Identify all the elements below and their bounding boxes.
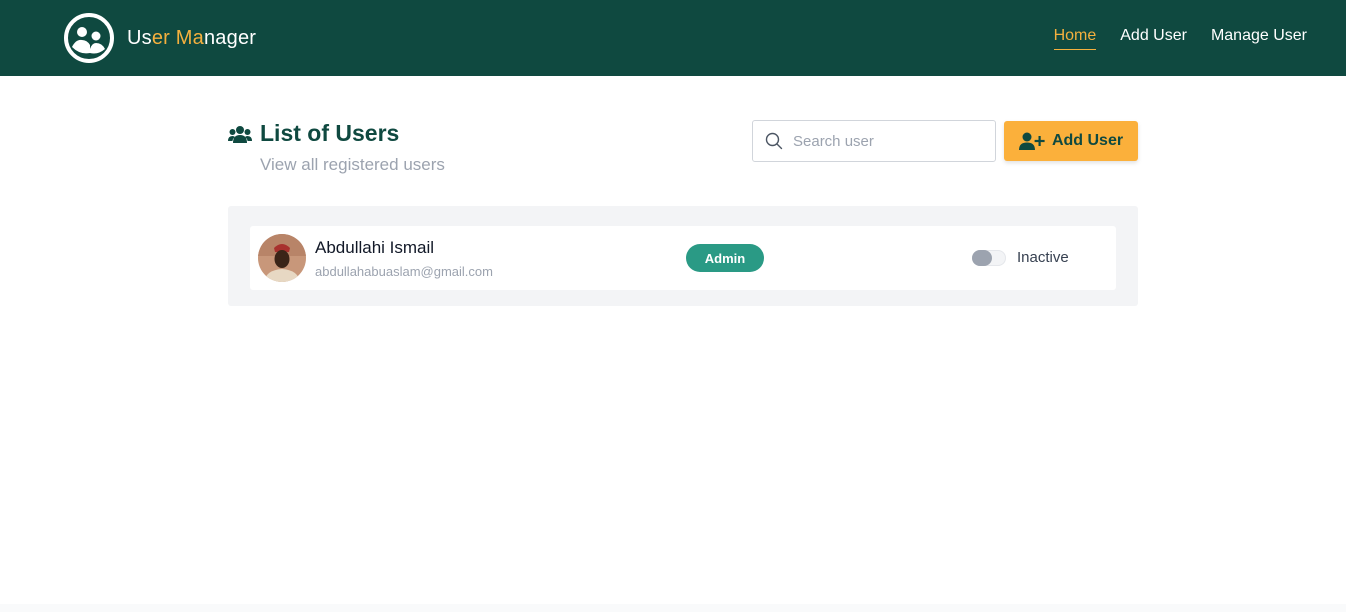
brand-name: User Manager [127,27,256,50]
add-user-button[interactable]: Add User [1004,121,1138,161]
footer-strip [0,604,1346,612]
brand[interactable]: User Manager [64,13,256,63]
add-user-button-label: Add User [1051,132,1124,149]
nav-link-home[interactable]: Home [1053,27,1097,50]
users-circle-logo-icon [64,13,114,63]
status-toggle[interactable] [972,250,1006,266]
user-list: Abdullahi Ismail abdullahabuaslam@gmail.… [228,206,1138,306]
brand-name-part: Us [127,26,152,49]
status-label: Inactive [1017,249,1069,266]
search-icon [765,132,783,150]
search-input[interactable] [793,132,983,150]
page-subtitle: View all registered users [260,155,445,174]
avatar [258,234,306,282]
users-group-icon [228,125,252,143]
brand-name-part: nager [203,26,257,49]
search-box[interactable] [752,120,996,162]
user-email: abdullahabuaslam@gmail.com [315,264,493,279]
nav-link-add-user[interactable]: Add User [1120,27,1187,50]
navbar: User Manager Home Add User Manage User [0,0,1346,76]
toggle-knob [972,250,992,266]
nav-link-manage-user[interactable]: Manage User [1211,27,1307,50]
nav-links: Home Add User Manage User [1053,27,1307,50]
page-header: List of Users View all registered users [228,120,445,175]
title-row: List of Users [228,120,445,147]
list-item[interactable]: Abdullahi Ismail abdullahabuaslam@gmail.… [250,226,1116,290]
user-name: Abdullahi Ismail [315,238,435,257]
avatar-image [258,234,306,282]
role-badge: Admin [686,244,764,272]
user-plus-icon [1018,132,1045,150]
brand-name-accent: er Ma [151,26,204,49]
page-title: List of Users [260,120,400,146]
